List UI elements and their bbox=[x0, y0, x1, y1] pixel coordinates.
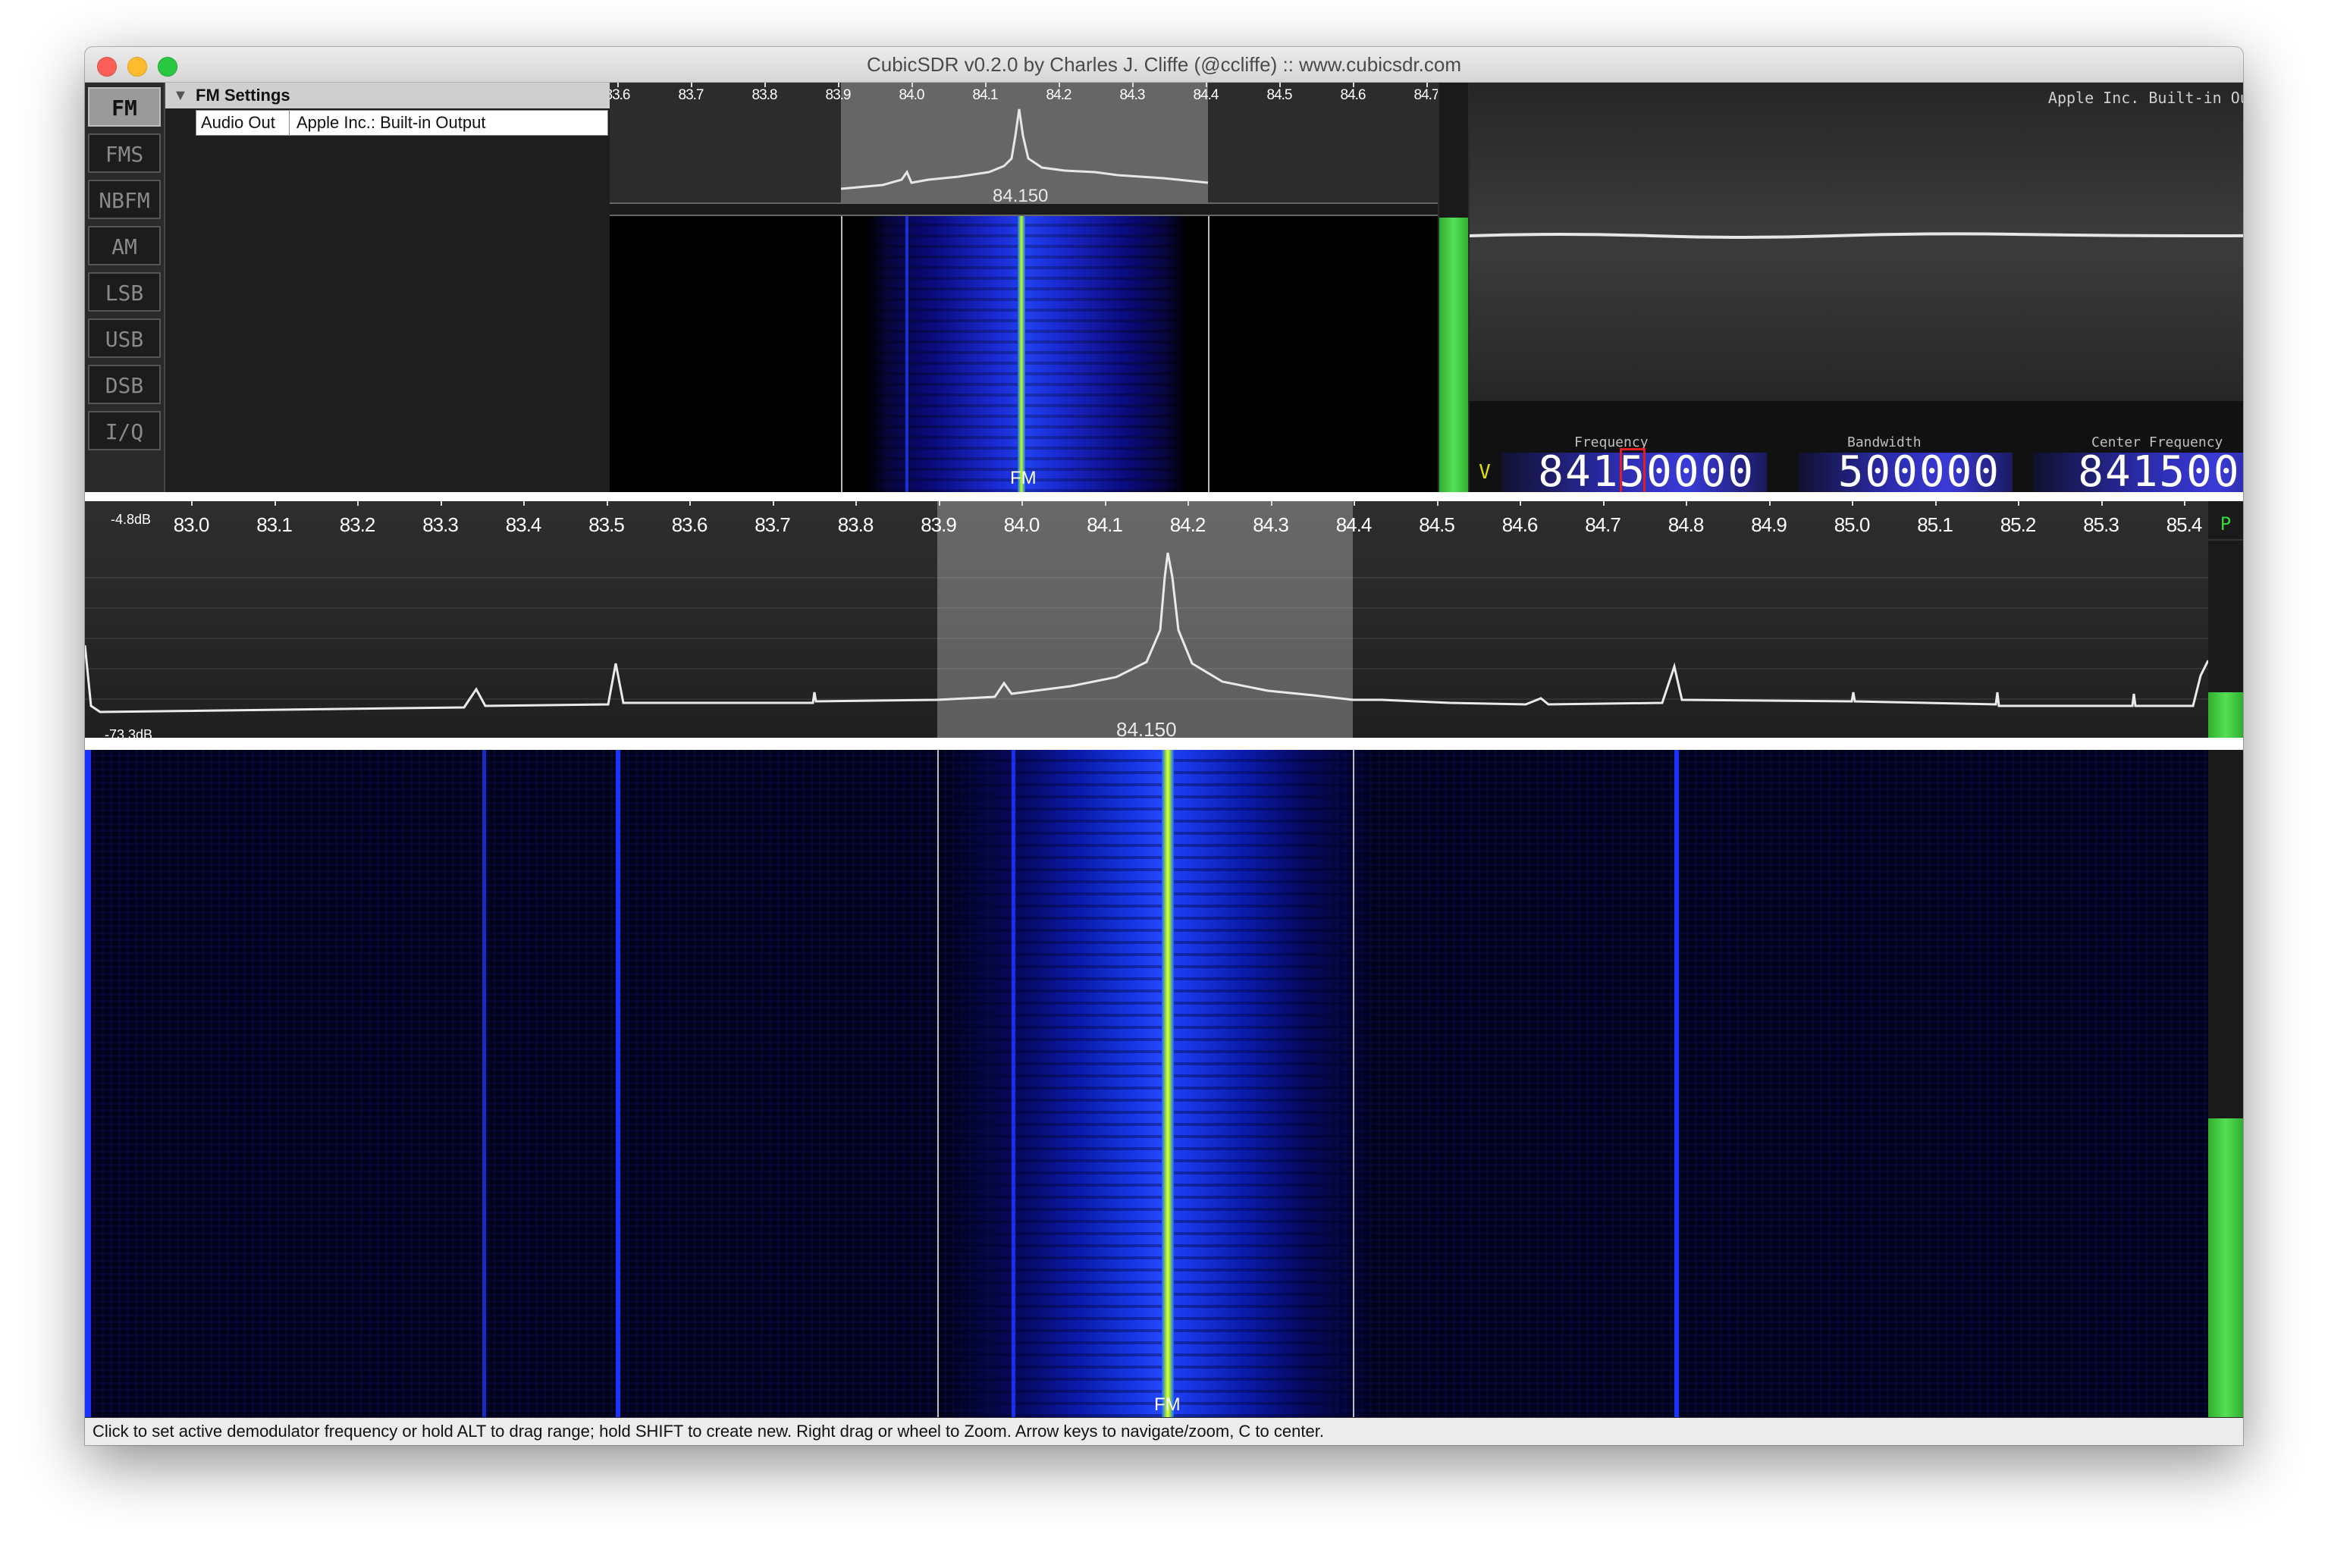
center-frequency-dial-value[interactable]: 84150000 bbox=[2078, 451, 2243, 494]
zoom-spectrum-plot bbox=[840, 108, 1209, 190]
peak-meter-fill bbox=[2208, 692, 2243, 738]
waterfall-speed-fill bbox=[2208, 1118, 2243, 1417]
frequency-digit[interactable]: 4 bbox=[1565, 447, 1592, 497]
mode-button-nbfm[interactable]: NBFM bbox=[88, 180, 161, 219]
frequency-digit[interactable]: 0 bbox=[1701, 447, 1728, 497]
bandwidth-dial[interactable]: 500000 bbox=[1799, 451, 2013, 494]
frequency-digit[interactable]: 5 bbox=[1619, 447, 1646, 497]
audio-out-row[interactable]: Audio Out Apple Inc.: Built-in Output bbox=[196, 110, 608, 136]
volume-toggle-button[interactable]: V bbox=[1470, 453, 1500, 492]
settings-title: FM Settings bbox=[196, 86, 290, 105]
frequency-digit[interactable]: 0 bbox=[1674, 447, 1701, 497]
zoom-waterfall-demod-label: FM bbox=[1010, 468, 1037, 488]
panel-divider[interactable] bbox=[85, 492, 2243, 501]
zoom-separator bbox=[610, 202, 1438, 216]
row-divider bbox=[289, 111, 290, 135]
frequency-dial-value[interactable]: 84150000 bbox=[1538, 448, 1755, 496]
main-spectrum-plot bbox=[85, 552, 2208, 713]
frequency-digit[interactable]: 8 bbox=[1538, 447, 1565, 497]
settings-header[interactable]: ▼ FM Settings bbox=[165, 83, 610, 108]
zoom-center-label: 84.150 bbox=[993, 186, 1049, 202]
main-spectrum-panel[interactable]: 83.0 83.1 83.2 83.3 83.4 83.5 83.6 83.7 83.8 83.9… bbox=[85, 501, 2208, 738]
center-frequency-dial[interactable]: 84150000 bbox=[2034, 451, 2243, 494]
app-window: CubicSDR v0.2.0 by Charles J. Cliffe (@c… bbox=[85, 47, 2243, 1445]
peak-meter[interactable]: P bbox=[2208, 501, 2243, 738]
frequency-digit[interactable]: 0 bbox=[1646, 447, 1674, 497]
mode-button-dsb[interactable]: DSB bbox=[88, 365, 161, 404]
main-center-label: 84.150 bbox=[1116, 718, 1177, 738]
mode-button-fms[interactable]: FMS bbox=[88, 133, 161, 173]
bandwidth-right-line bbox=[1353, 750, 1354, 1417]
demodulator-settings-panel: ▼ FM Settings Audio Out Apple Inc.: Buil… bbox=[164, 83, 610, 492]
waterfall-demod-label: FM bbox=[1154, 1394, 1181, 1415]
waterfall-spur-4 bbox=[1674, 750, 1679, 1417]
main-waterfall[interactable]: FM bbox=[85, 750, 2208, 1417]
waterfall-spur-2 bbox=[616, 750, 620, 1417]
zoom-waterfall-carrier bbox=[1018, 216, 1025, 492]
waterfall-spur-3 bbox=[1012, 750, 1015, 1417]
waterfall-divider[interactable] bbox=[85, 738, 2243, 750]
zoom-waterfall-side-line bbox=[905, 216, 908, 492]
audio-scope-panel: Apple Inc. Built-in Output bbox=[1470, 83, 2243, 401]
mode-button-lsb[interactable]: LSB bbox=[88, 272, 161, 312]
audio-out-value[interactable]: Apple Inc.: Built-in Output bbox=[296, 113, 485, 133]
mode-selector: FM FMS NBFM AM LSB USB DSB I/Q bbox=[85, 83, 164, 492]
zoom-spectrum-panel[interactable]: 83.683.783.883.984.084.184.284.384.484.5… bbox=[610, 83, 1438, 202]
scope-waveform bbox=[1470, 232, 2243, 239]
mode-button-iq[interactable]: I/Q bbox=[88, 411, 161, 450]
mode-button-fm[interactable]: FM bbox=[88, 87, 161, 127]
frequency-dial[interactable]: 84150000 bbox=[1501, 448, 1767, 496]
audio-out-label: Audio Out bbox=[201, 113, 275, 132]
waterfall-carrier-line bbox=[1162, 750, 1174, 1417]
disclosure-triangle-icon[interactable]: ▼ bbox=[173, 87, 188, 105]
mode-button-am[interactable]: AM bbox=[88, 226, 161, 265]
waterfall-spur-1 bbox=[482, 750, 486, 1417]
frequency-digit[interactable]: 0 bbox=[1727, 447, 1755, 497]
volume-meter[interactable] bbox=[1439, 83, 1468, 492]
title-bar: CubicSDR v0.2.0 by Charles J. Cliffe (@c… bbox=[85, 47, 2243, 83]
zoom-bandwidth-right-line bbox=[1208, 216, 1209, 492]
zoom-waterfall-signal-band bbox=[868, 216, 1186, 492]
bandwidth-left-line bbox=[937, 750, 939, 1417]
frequency-dials-bar: V Frequency 84150000 Bandwidth 500000 Ce… bbox=[1470, 401, 2243, 496]
volume-meter-fill bbox=[1439, 218, 1468, 492]
peak-hold-button[interactable]: P bbox=[2208, 509, 2243, 541]
status-bar: Click to set active demodulator frequenc… bbox=[85, 1418, 2243, 1445]
window-title: CubicSDR v0.2.0 by Charles J. Cliffe (@c… bbox=[866, 53, 1461, 76]
frequency-digit[interactable]: 1 bbox=[1592, 447, 1620, 497]
bandwidth-dial-value[interactable]: 500000 bbox=[1838, 451, 2000, 494]
mode-button-usb[interactable]: USB bbox=[88, 318, 161, 358]
waterfall-spur-5 bbox=[85, 750, 91, 1417]
zoom-bandwidth-left-line bbox=[841, 216, 842, 492]
waterfall-speed-meter[interactable] bbox=[2208, 750, 2243, 1417]
zoom-waterfall[interactable]: FM bbox=[610, 216, 1438, 492]
